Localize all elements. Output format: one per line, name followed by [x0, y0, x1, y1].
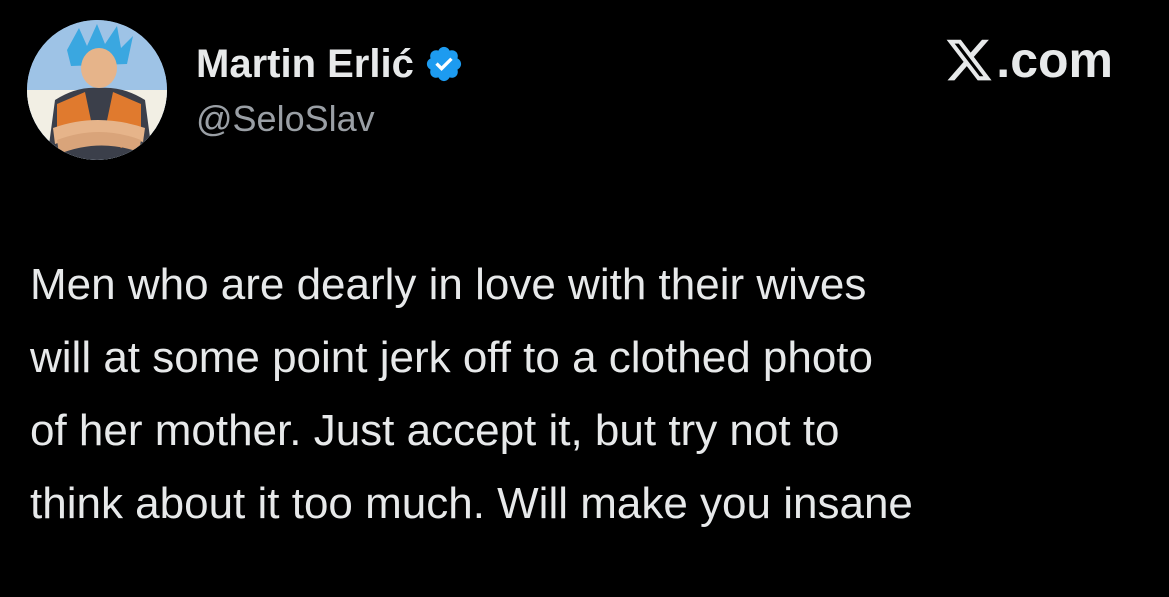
author-avatar[interactable]: [27, 20, 167, 160]
x-logo-icon: [944, 35, 994, 85]
brand-logo: .com: [944, 30, 1113, 90]
author-name-row: Martin Erlić: [196, 38, 464, 90]
verified-badge-icon: [424, 44, 464, 84]
avatar-image: [27, 20, 167, 160]
author-display-name[interactable]: Martin Erlić: [196, 42, 414, 87]
tweet-body-text: Men who are dearly in love with their wi…: [30, 260, 913, 528]
author-handle[interactable]: @SeloSlav: [196, 98, 375, 140]
brand-suffix: .com: [996, 32, 1113, 88]
tweet-card: Martin Erlić @SeloSlav .com Men who are …: [0, 0, 1169, 597]
